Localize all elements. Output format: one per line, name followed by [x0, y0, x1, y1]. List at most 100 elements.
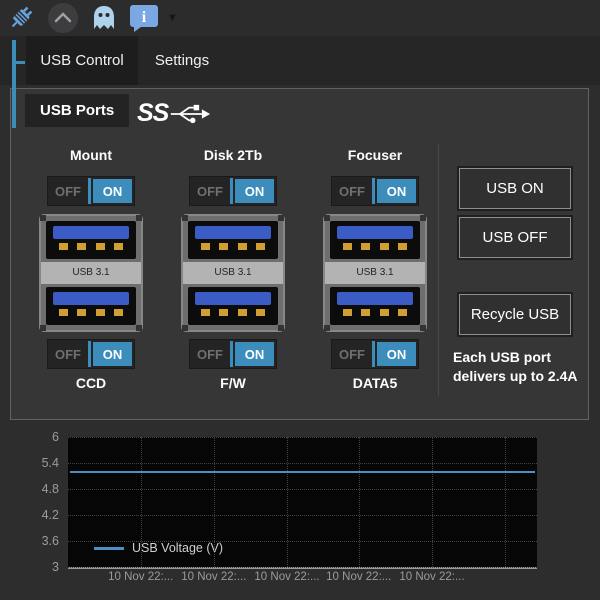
- screw-icon: [40, 215, 46, 221]
- usb-version-band: USB 3.1: [325, 262, 425, 284]
- screw-icon: [420, 215, 426, 221]
- toggle-separator: [372, 341, 375, 367]
- usb-port-graphic: USB 3.1: [323, 214, 427, 332]
- toggle-off-segment[interactable]: OFF: [332, 340, 372, 368]
- toggle-fw[interactable]: OFF ON: [189, 339, 277, 369]
- port-label-mount: Mount: [70, 147, 112, 163]
- ghost-icon[interactable]: [89, 3, 119, 33]
- usb-tongue: [195, 226, 271, 239]
- toggle-separator: [230, 178, 233, 204]
- usb-port-note: Each USB port delivers up to 2.4A: [453, 349, 578, 384]
- toggle-on-segment[interactable]: ON: [93, 179, 132, 203]
- toggle-on-segment[interactable]: ON: [93, 342, 132, 366]
- toggle-mount[interactable]: OFF ON: [47, 176, 135, 206]
- vertical-divider: [438, 144, 439, 396]
- toggle-separator: [372, 178, 375, 204]
- usb-ports-groupbox: USB Ports SS Mount OFF ON USB 3.1 OFF ON…: [10, 88, 589, 420]
- toggle-focuser[interactable]: OFF ON: [331, 176, 419, 206]
- toggle-off-segment[interactable]: OFF: [48, 177, 88, 205]
- y-tick-label: 5.4: [41, 456, 59, 470]
- usb-off-button[interactable]: USB OFF: [457, 215, 573, 260]
- screw-icon: [136, 325, 142, 331]
- active-tab-accent-tick: [16, 61, 25, 64]
- usb-tongue: [195, 292, 271, 305]
- v-gridline: [213, 437, 215, 567]
- usb-column-disk-fw: Disk 2Tb OFF ON USB 3.1 OFF ON F/W: [163, 135, 303, 393]
- svg-text:i: i: [142, 9, 147, 26]
- x-tick-label: 10 Nov 22:...: [399, 571, 465, 583]
- tab-strip: USB Control Settings: [0, 36, 600, 85]
- voltage-series-line: [70, 470, 535, 473]
- info-bubble-icon-svg: i: [130, 5, 158, 32]
- usb-port-graphic: USB 3.1: [181, 214, 285, 332]
- usb-pins: [195, 305, 271, 316]
- toggle-data5[interactable]: OFF ON: [331, 339, 419, 369]
- groupbox-title: USB Ports: [25, 94, 130, 127]
- x-axis: 10 Nov 22:... 10 Nov 22:... 10 Nov 22:... 1…: [68, 569, 537, 591]
- usb-pins: [53, 305, 129, 316]
- screw-icon: [182, 215, 188, 221]
- screw-icon: [324, 215, 330, 221]
- y-tick-label: 4.8: [41, 482, 59, 496]
- v-gridline: [431, 437, 433, 567]
- h-gridline: [68, 489, 537, 490]
- active-tab-accent-line: [12, 40, 16, 128]
- ghost-icon-svg: [94, 6, 114, 29]
- toggle-disk[interactable]: OFF ON: [189, 176, 277, 206]
- tab-usb-control[interactable]: USB Control: [26, 36, 138, 85]
- usb-receptacle-bottom: [330, 287, 420, 325]
- h-gridline: [68, 463, 537, 464]
- usb-column-focuser-data5: Focuser OFF ON USB 3.1 OFF ON DATA5: [305, 135, 445, 393]
- plug-icon[interactable]: [5, 3, 37, 33]
- usb-master-panel: USB ON USB OFF Recycle USB Each USB port…: [451, 149, 587, 386]
- usb-pins: [337, 305, 413, 316]
- toggle-on-segment[interactable]: ON: [377, 342, 416, 366]
- tab-settings[interactable]: Settings: [140, 36, 224, 85]
- toggle-off-segment[interactable]: OFF: [48, 340, 88, 368]
- legend-label: USB Voltage (V): [132, 541, 224, 555]
- v-gridline: [287, 437, 289, 567]
- screw-icon: [278, 215, 284, 221]
- toggle-on-segment[interactable]: ON: [235, 179, 274, 203]
- screw-icon: [40, 325, 46, 331]
- toggle-separator: [88, 178, 91, 204]
- usb-version-band: USB 3.1: [41, 262, 141, 284]
- usb-receptacle-bottom: [46, 287, 136, 325]
- toggle-on-segment[interactable]: ON: [377, 179, 416, 203]
- usb-port-graphic: USB 3.1: [39, 214, 143, 332]
- toggle-off-segment[interactable]: OFF: [190, 340, 230, 368]
- chevron-up-icon-svg: [48, 3, 78, 33]
- plot-area: USB Voltage (V): [68, 437, 537, 569]
- usb-pins: [53, 239, 129, 250]
- usb-version-band: USB 3.1: [183, 262, 283, 284]
- plug-icon-svg: [11, 6, 33, 28]
- recycle-usb-button[interactable]: Recycle USB: [457, 292, 573, 337]
- x-tick-label: 10 Nov 22:...: [108, 571, 174, 583]
- y-axis: 6 5.4 4.8 4.2 3.6 3: [0, 430, 64, 574]
- usb-receptacle-bottom: [188, 287, 278, 325]
- toggle-off-segment[interactable]: OFF: [190, 177, 230, 205]
- screw-icon: [136, 215, 142, 221]
- usb-tongue: [53, 226, 129, 239]
- usb-column-mount-ccd: Mount OFF ON USB 3.1 OFF ON CCD: [21, 135, 161, 393]
- usb-on-button[interactable]: USB ON: [457, 166, 573, 211]
- screw-icon: [420, 325, 426, 331]
- screw-icon: [324, 325, 330, 331]
- x-tick-label: 10 Nov 22:...: [254, 571, 320, 583]
- usb-pins: [195, 239, 271, 250]
- screw-icon: [278, 325, 284, 331]
- legend-line-swatch: [94, 546, 124, 550]
- v-gridline: [505, 437, 507, 567]
- port-label-disk: Disk 2Tb: [203, 147, 263, 163]
- toggle-off-segment[interactable]: OFF: [332, 177, 372, 205]
- info-bubble-icon[interactable]: i: [128, 3, 160, 33]
- port-label-fw: F/W: [220, 375, 246, 391]
- collapse-chevron-icon[interactable]: [46, 1, 80, 35]
- toggle-on-segment[interactable]: ON: [235, 342, 274, 366]
- dropdown-caret-icon[interactable]: ▼: [167, 12, 178, 24]
- usb-trident-icon: [171, 104, 211, 123]
- superspeed-usb-logo: SS: [137, 99, 211, 128]
- toggle-ccd[interactable]: OFF ON: [47, 339, 135, 369]
- x-tick-label: 10 Nov 22:...: [181, 571, 247, 583]
- usb-receptacle-top: [330, 221, 420, 259]
